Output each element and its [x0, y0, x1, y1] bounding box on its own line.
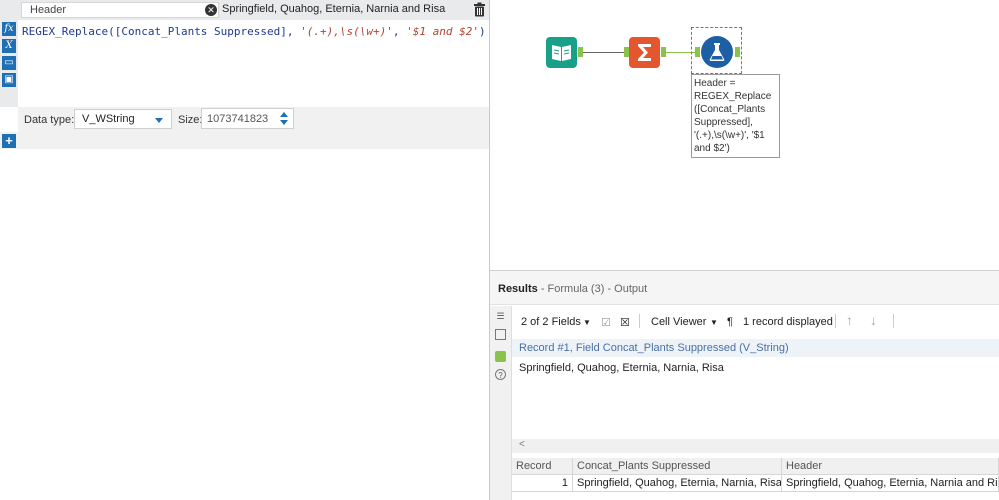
- expr-sep2: ,: [392, 25, 407, 38]
- table-icon[interactable]: [495, 329, 506, 340]
- output-field-select[interactable]: Header: [21, 2, 219, 18]
- column-header-header[interactable]: Header: [782, 458, 999, 475]
- cell-concat[interactable]: Springfield, Quahog, Eternia, Narnia, Ri…: [573, 475, 782, 492]
- input-data-tool[interactable]: [546, 37, 577, 68]
- results-side-toolbar: ☰ ?: [490, 306, 512, 500]
- size-input[interactable]: 1073741823: [201, 108, 294, 129]
- help-icon[interactable]: ?: [495, 369, 506, 380]
- arrow-down-icon[interactable]: ↓: [870, 312, 877, 328]
- cell-viewer-title: Record #1, Field Concat_Plants Suppresse…: [519, 342, 789, 354]
- check-icon[interactable]: ☑: [601, 316, 611, 329]
- results-title: Results - Formula (3) - Output: [498, 283, 647, 295]
- chevron-down-icon[interactable]: ▼: [583, 318, 591, 327]
- datatype-row: Data type: V_WString Size: 1073741823: [18, 107, 489, 132]
- flask-icon: [709, 43, 725, 61]
- add-formula-button[interactable]: +: [2, 134, 16, 148]
- cell-header[interactable]: Springfield, Quahog, Eternia, Narnia and…: [782, 475, 999, 492]
- output-anchor[interactable]: [735, 47, 740, 57]
- open-folder-icon[interactable]: ▭: [2, 56, 16, 70]
- size-value: 1073741823: [207, 113, 269, 125]
- formula-header-row: Header ✕ Springfield, Quahog, Eternia, N…: [0, 0, 489, 20]
- deselect-icon[interactable]: ☒: [620, 316, 630, 329]
- list-icon[interactable]: ☰: [495, 311, 506, 322]
- expr-sep1: ,: [286, 25, 301, 38]
- fx-icon[interactable]: fx: [2, 22, 16, 36]
- clear-icon[interactable]: ✕: [205, 4, 217, 16]
- summarize-tool[interactable]: [629, 37, 660, 68]
- column-header-concat[interactable]: Concat_Plants Suppressed: [573, 458, 782, 475]
- formula-tool[interactable]: [701, 36, 733, 68]
- cell-viewer-value: Springfield, Quahog, Eternia, Narnia, Ri…: [519, 362, 724, 374]
- input-anchor[interactable]: [695, 47, 700, 57]
- output-anchor-icon[interactable]: [495, 351, 506, 362]
- results-toolbar: 2 of 2 Fields ▼ ☑ ☒ Cell Viewer ▼ ¶ 1 re…: [512, 306, 999, 338]
- scroll-left-icon[interactable]: <: [519, 439, 525, 450]
- horizontal-scrollbar[interactable]: <: [512, 439, 999, 453]
- output-anchor[interactable]: [661, 47, 666, 57]
- expression-side-toolbar: fx X ▭ ▣: [0, 20, 18, 107]
- results-title-text: Results: [498, 283, 538, 295]
- data-type-label: Data type:: [24, 114, 75, 126]
- output-anchor[interactable]: [578, 47, 583, 57]
- size-stepper[interactable]: [277, 111, 291, 126]
- sigma-icon: [638, 44, 651, 61]
- data-type-value: V_WString: [82, 113, 135, 125]
- toolbar-divider: [893, 314, 894, 328]
- data-type-dropdown[interactable]: V_WString: [74, 109, 172, 129]
- formula-config-panel: Header ✕ Springfield, Quahog, Eternia, N…: [0, 0, 489, 500]
- results-subtitle: - Formula (3) - Output: [540, 283, 648, 295]
- expr-close: ): [478, 25, 486, 38]
- connection-line: [578, 52, 628, 53]
- toolbar-divider: [639, 314, 640, 328]
- output-field-name: Header: [30, 4, 67, 16]
- results-header: Results - Formula (3) - Output: [490, 271, 999, 305]
- cell-record[interactable]: 1: [512, 475, 573, 492]
- records-count: 1 record displayed: [743, 316, 833, 328]
- toolbar-divider: [835, 314, 836, 328]
- spin-down-icon[interactable]: [280, 120, 288, 125]
- chevron-down-icon[interactable]: ▼: [710, 318, 718, 327]
- save-icon[interactable]: ▣: [2, 73, 16, 87]
- size-label: Size:: [178, 114, 203, 126]
- cell-viewer-header: Record #1, Field Concat_Plants Suppresse…: [512, 339, 999, 357]
- results-panel: Results - Formula (3) - Output ☰ ? 2 of …: [490, 270, 999, 500]
- add-formula-row: +: [0, 132, 489, 149]
- expression-preview: Springfield, Quahog, Eternia, Narnia and…: [222, 3, 446, 15]
- workflow-canvas[interactable]: Header = REGEX_Replace ([Concat_Plants S…: [490, 0, 999, 270]
- tool-annotation: Header = REGEX_Replace ([Concat_Plants S…: [691, 74, 780, 158]
- fields-dropdown[interactable]: 2 of 2 Fields: [521, 316, 581, 328]
- trash-icon[interactable]: [473, 2, 486, 17]
- pilcrow-icon[interactable]: ¶: [727, 316, 733, 328]
- chevron-down-icon: [155, 118, 163, 123]
- expr-function: REGEX_Replace(: [22, 25, 115, 38]
- cell-viewer-dropdown[interactable]: Cell Viewer: [651, 316, 706, 328]
- expression-editor[interactable]: REGEX_Replace([Concat_Plants Suppressed]…: [22, 25, 486, 38]
- variable-icon[interactable]: X: [2, 39, 16, 53]
- expr-field: [Concat_Plants Suppressed]: [114, 25, 287, 38]
- spin-up-icon[interactable]: [280, 112, 288, 117]
- arrow-up-icon[interactable]: ↑: [846, 312, 853, 328]
- expr-pattern: '(.+),\s(\w+)': [300, 25, 393, 38]
- results-grid: Record Concat_Plants Suppressed Header 1…: [512, 458, 999, 500]
- expr-replacement: '$1 and $2': [406, 25, 479, 38]
- column-header-record[interactable]: Record: [512, 458, 573, 475]
- book-icon: [552, 45, 571, 61]
